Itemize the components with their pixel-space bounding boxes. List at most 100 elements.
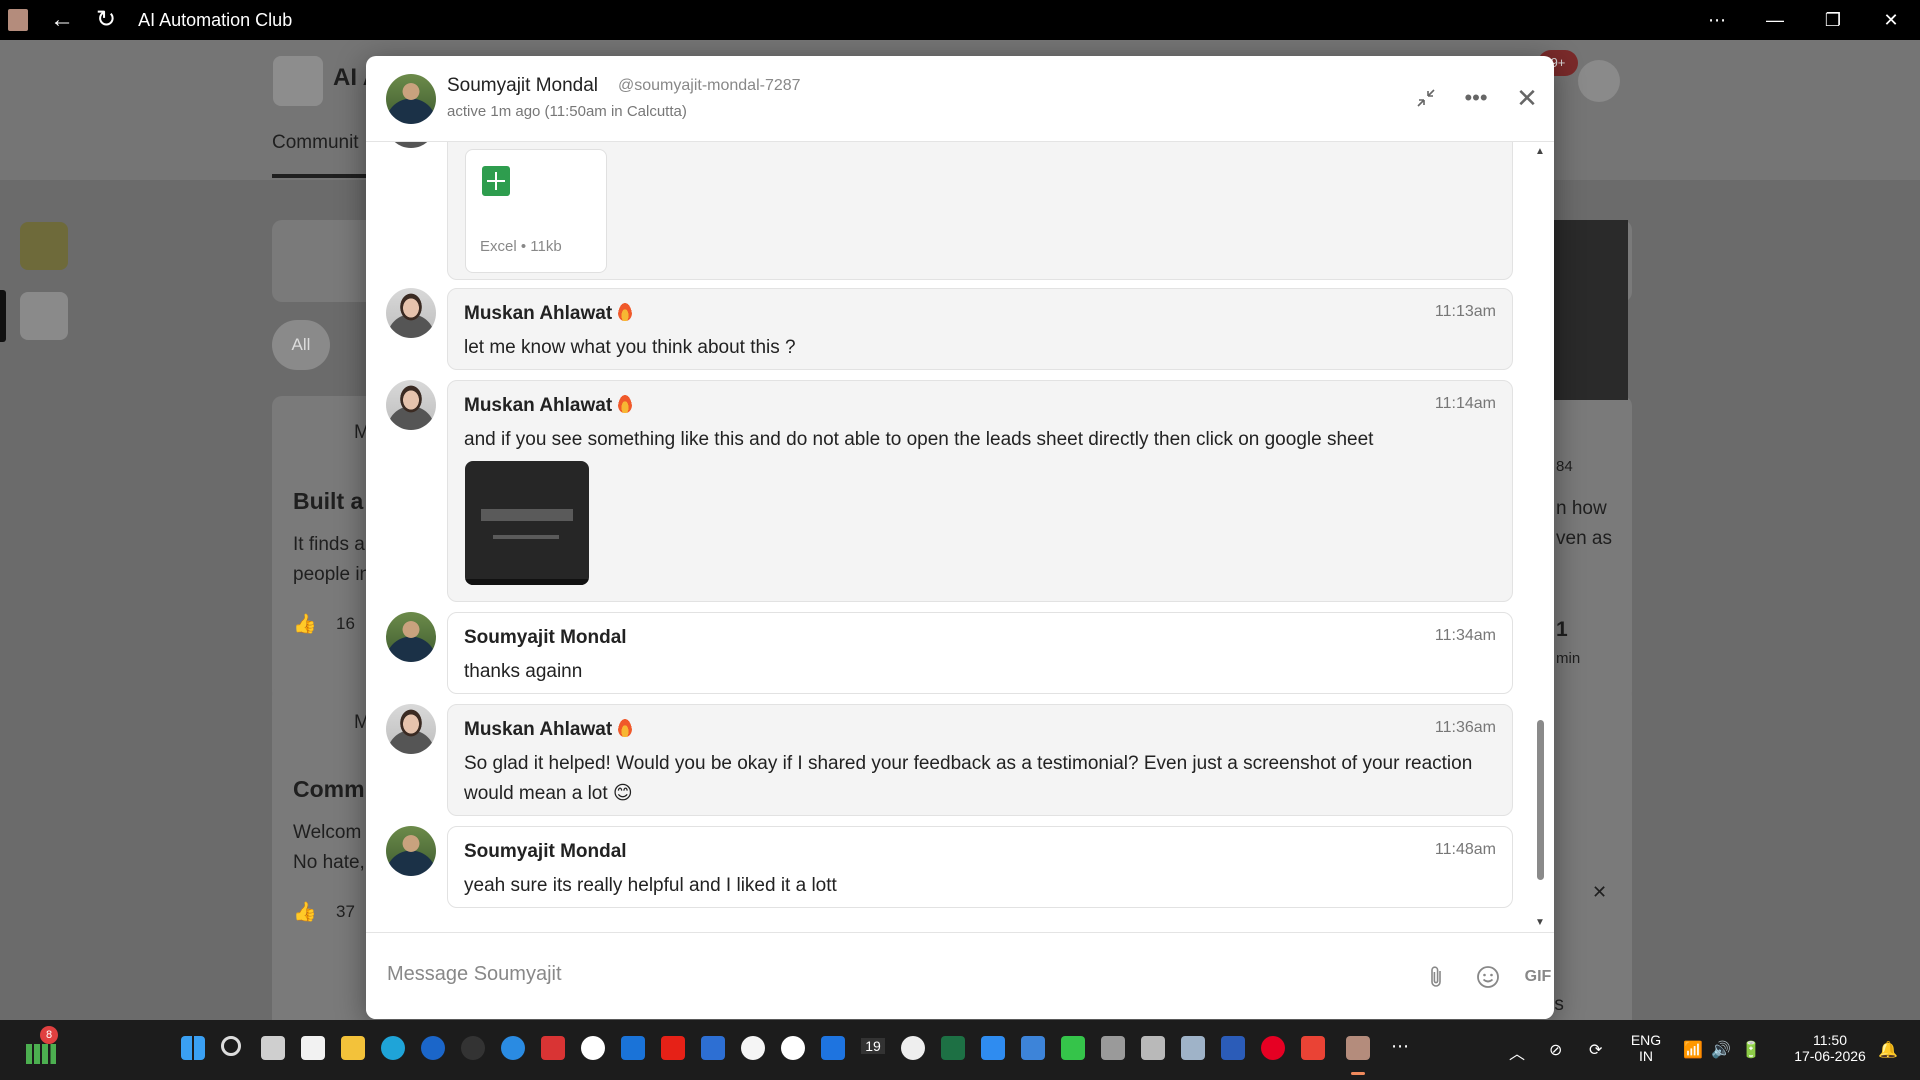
camera-off-icon[interactable]: ⊘ [1549,1040,1562,1060]
like-icon[interactable]: 👍 [293,900,317,924]
message-composer[interactable]: Message Soumyajit GIF [366,932,1554,1019]
bg-side-indicator [0,290,6,342]
restore-icon[interactable]: ❐ [1804,0,1862,40]
help-icon[interactable] [501,1036,525,1060]
sender-name[interactable]: Muskan Ahlawat [464,395,633,417]
battery-icon[interactable]: 🔋 [1741,1040,1761,1060]
app-icon[interactable] [1101,1036,1125,1060]
sender-avatar[interactable] [386,288,436,338]
chrome-icon[interactable] [781,1036,805,1060]
edge-icon[interactable] [381,1036,405,1060]
camera-icon[interactable] [1181,1036,1205,1060]
photos-icon[interactable] [981,1036,1005,1060]
chat-partner-name[interactable]: Soumyajit Mondal [447,75,598,97]
message-time: 11:13am [1434,303,1496,320]
word-icon[interactable] [1221,1036,1245,1060]
message-scrollbar[interactable]: ▲ ▼ [1534,142,1548,932]
thumb-detail [465,579,589,585]
calendar-day[interactable]: 19 [861,1038,885,1054]
settings-icon[interactable] [1141,1036,1165,1060]
bg-filter-all[interactable]: All [272,320,330,370]
chatgpt-icon[interactable] [741,1036,765,1060]
window-controls: ⋯ — ❐ ✕ [1688,0,1920,40]
app-icon[interactable] [1021,1036,1045,1060]
bg-side-group-1[interactable] [20,222,68,270]
bg-promo-banner[interactable] [1548,220,1628,400]
excel-icon[interactable] [941,1036,965,1060]
youtube-icon[interactable] [661,1036,685,1060]
bg-post2-line1: Welcom [293,822,362,843]
bg-side-group-2[interactable] [20,292,68,340]
store-icon[interactable] [301,1036,325,1060]
volume-icon[interactable]: 🔊 [1711,1040,1731,1060]
bg-group-logo[interactable] [273,56,323,106]
widget-bars [26,1044,56,1064]
sender-avatar[interactable] [386,142,436,148]
clock-icon[interactable] [901,1036,925,1060]
sender-name[interactable]: Muskan Ahlawat [464,303,633,325]
start-icon[interactable] [181,1036,205,1060]
message-bubble: Muskan Ahlawat 11:36am So glad it helped… [447,704,1513,816]
flame-icon [618,719,633,737]
language-indicator[interactable]: ENG IN [1628,1032,1664,1064]
scrollbar-thumb[interactable] [1537,720,1544,880]
more-options-icon[interactable]: ⋯ [1688,0,1746,40]
close-window-icon[interactable]: ✕ [1862,0,1920,40]
gmail-icon[interactable] [1301,1036,1325,1060]
sender-name[interactable]: Soumyajit Mondal [464,627,627,649]
bg-tab-community[interactable]: Communit [272,132,359,154]
app-icon[interactable] [461,1036,485,1060]
notifications-icon[interactable]: 🔔 [1878,1040,1898,1060]
message-input[interactable]: Message Soumyajit [387,963,562,986]
sender-name[interactable]: Muskan Ahlawat [464,719,633,741]
bg-side-count: 84 [1556,458,1573,475]
excel-attachment[interactable]: Excel • 11kb [465,149,607,273]
file-explorer-icon[interactable] [341,1036,365,1060]
bg-side-stat: 1 [1556,618,1568,641]
message-list[interactable]: Excel • 11kb Muskan Ahlawat 11:13am let … [366,142,1554,932]
sender-name[interactable]: Soumyajit Mondal [464,841,627,863]
bg-close-icon[interactable]: ✕ [1592,882,1607,903]
mcafee-icon[interactable] [541,1036,565,1060]
calendar-icon[interactable] [821,1036,845,1060]
browser-app-icon[interactable] [1346,1036,1370,1060]
screenshot-thumbnail[interactable] [465,461,589,585]
more-apps-icon[interactable]: ⋯ [1391,1036,1409,1057]
minimize-icon[interactable]: — [1746,0,1804,40]
outlook-icon[interactable] [621,1036,645,1060]
search-icon[interactable] [221,1036,241,1056]
lang-text: ENG [1630,1032,1662,1048]
scroll-down-icon[interactable]: ▼ [1535,917,1545,928]
scroll-up-icon[interactable]: ▲ [1535,146,1545,157]
pinterest-icon[interactable] [1261,1036,1285,1060]
like-icon[interactable]: 👍 [293,612,317,636]
back-arrow-icon[interactable]: ← [50,8,74,32]
task-view-icon[interactable] [261,1036,285,1060]
sync-icon[interactable]: ⟳ [1589,1040,1602,1060]
more-icon[interactable]: ••• [1456,78,1496,118]
app-icon[interactable] [701,1036,725,1060]
wifi-icon[interactable]: 📶 [1683,1040,1703,1060]
message-text: and if you see something like this and d… [464,429,1374,450]
clock[interactable]: 11:50 17-06-2026 [1780,1032,1880,1064]
chevron-up-icon[interactable]: ︿ [1509,1040,1525,1064]
widgets-icon[interactable]: 8 [26,1026,58,1064]
app-icon[interactable] [1061,1036,1085,1060]
emoji-icon[interactable] [1468,957,1508,997]
hp-icon[interactable] [421,1036,445,1060]
refresh-icon[interactable]: ↻ [96,8,116,32]
minimize-chat-icon[interactable] [1406,78,1446,118]
sender-avatar[interactable] [386,826,436,876]
attachment-label: Excel • 11kb [480,238,562,255]
bg-user-avatar[interactable] [1578,60,1620,102]
sender-avatar[interactable] [386,380,436,430]
close-chat-icon[interactable]: ✕ [1507,78,1547,118]
bg-post1-line1: It finds a [293,534,365,555]
sender-avatar[interactable] [386,704,436,754]
attach-icon[interactable] [1417,957,1457,997]
chat-partner-avatar[interactable] [386,74,436,124]
whatsapp-icon[interactable] [581,1036,605,1060]
gif-button[interactable]: GIF [1518,957,1554,997]
app-icon [8,9,28,31]
sender-avatar[interactable] [386,612,436,662]
